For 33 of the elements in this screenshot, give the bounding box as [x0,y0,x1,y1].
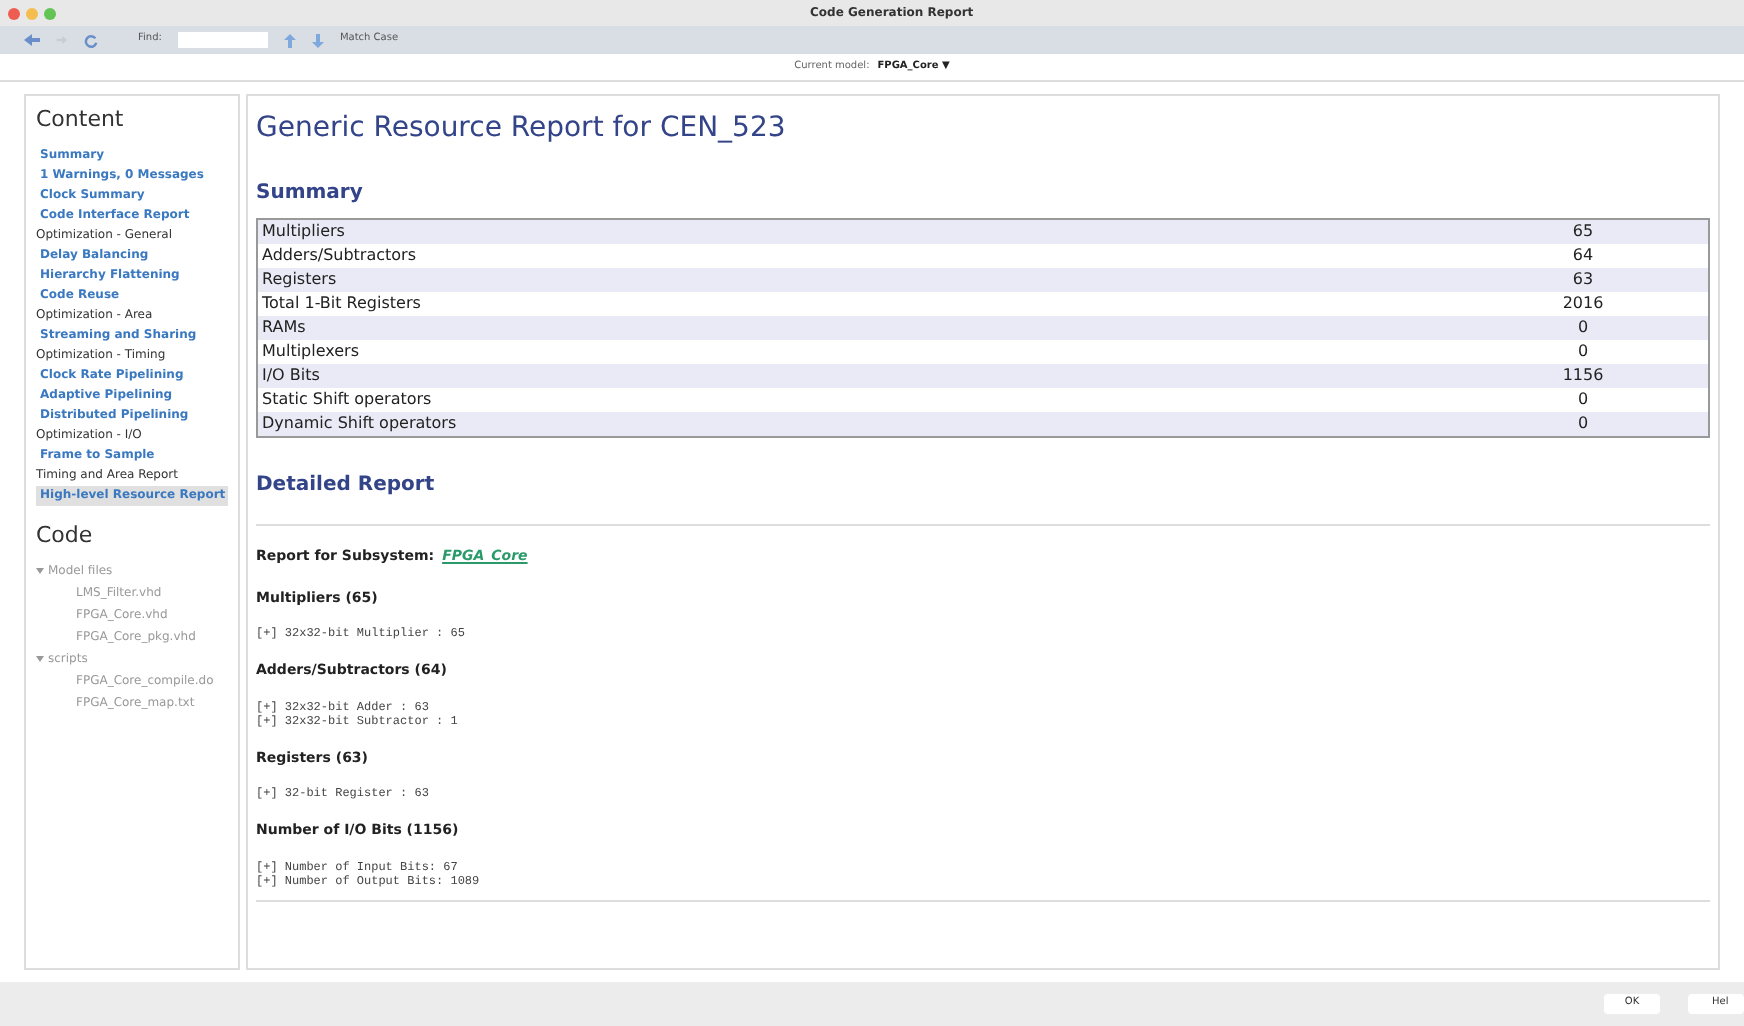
sidebar-heading: Code [36,519,95,551]
back-arrow-icon[interactable] [24,34,40,46]
expanded-caret-icon[interactable] [36,568,44,574]
table-cell-text: 0 [1575,340,1591,364]
table-cell-text: 64 [1570,244,1596,268]
table-cell-text: 2016 [1560,292,1606,316]
table-cell-text: Multipliers [260,220,347,244]
table-cell-text: 0 [1575,412,1591,436]
sidebar-heading: Content [36,104,126,136]
table-cell-text: 1156 [1560,364,1606,388]
section-heading: Detailed Report [256,472,437,500]
table-cell-text: 0 [1575,388,1591,412]
report-title: Generic Resource Report for CEN_523 [256,110,788,148]
close-window-icon[interactable] [8,7,20,19]
table-cell-text: 63 [1570,268,1596,292]
down-arrow-icon[interactable] [311,33,324,47]
minimize-window-icon[interactable] [26,7,38,19]
table-cell-text: Dynamic Shift operators [260,412,459,436]
table-cell-text: Total 1-Bit Registers [260,292,423,316]
table-cell-text: 65 [1570,220,1596,244]
expanded-caret-icon[interactable] [36,656,44,662]
table-cell-text: 0 [1575,316,1591,340]
table-cell-text: Static Shift operators [260,388,434,412]
find-field[interactable] [177,32,268,48]
table-cell-text: RAMs [260,316,308,340]
up-arrow-icon[interactable] [283,33,296,47]
section-heading: Summary [256,180,365,208]
table-cell-text: Multiplexers [260,340,362,364]
table-cell-text: Registers [260,268,339,292]
table-cell-text: I/O Bits [260,364,322,388]
zoom-window-icon[interactable] [44,7,56,19]
table-cell-text: Adders/Subtractors [260,244,419,268]
refresh-icon[interactable] [84,33,98,47]
